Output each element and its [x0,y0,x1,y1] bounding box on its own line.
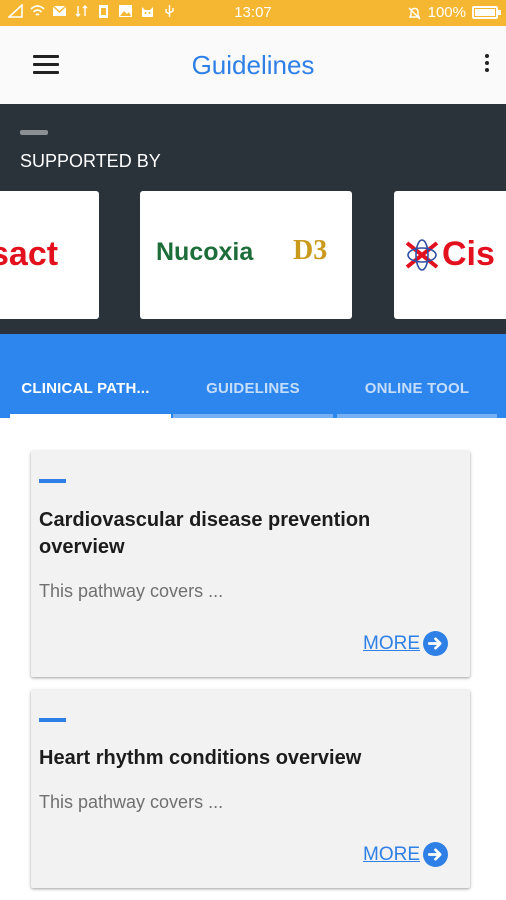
sponsor-logo-3-text: Cis [442,235,495,273]
sponsor-logo-2-suffix: D3 [293,235,328,266]
more-button[interactable]: MORE [363,842,448,867]
card-title: Cardiovascular disease prevention overvi… [39,509,371,558]
sponsor-logo-2-text: Nucoxia [156,238,254,266]
more-vert-icon[interactable] [482,54,492,76]
more-label: MORE [363,632,420,654]
pathway-card[interactable]: Cardiovascular disease prevention overvi… [31,451,470,677]
card-description: This pathway covers ... [39,792,224,812]
battery-percent: 100% [427,4,466,21]
tab-online-tool[interactable]: ONLINE TOOL [335,334,499,418]
tab-guidelines[interactable]: GUIDELINES [171,334,335,418]
card-accent [39,479,66,483]
tab-label: GUIDELINES [206,380,300,397]
more-label: MORE [363,843,420,865]
sponsor-logo-2[interactable]: Nucoxia D3 [140,191,352,319]
status-icons-right: 100% [407,4,501,21]
arrow-right-circle-icon [423,842,448,867]
status-bar: 13:07 100% [0,0,506,26]
sponsor-section: SUPPORTED BY sact Nucoxia D3 Cis [0,104,506,334]
battery-icon [472,6,501,19]
pathway-list: Cardiovascular disease prevention overvi… [0,418,506,900]
tab-clinical-pathways[interactable]: CLINICAL PATH... [0,334,171,418]
card-description: This pathway covers ... [39,581,224,601]
sponsor-logo-3[interactable]: Cis [394,191,506,319]
pathway-card[interactable]: Heart rhythm conditions overview This pa… [31,690,470,888]
card-accent [39,718,66,722]
sponsor-logo-1-text: sact [0,235,59,273]
tab-label: CLINICAL PATH... [21,380,150,397]
more-button[interactable]: MORE [363,631,448,656]
page-title: Guidelines [191,50,315,80]
supported-by-heading: SUPPORTED BY [20,151,161,171]
card-title: Heart rhythm conditions overview [39,747,362,769]
sponsor-logo-1[interactable]: sact [0,191,99,319]
sponsor-logo-3-emblem-icon [405,239,439,271]
tab-label: ONLINE TOOL [364,380,470,397]
arrow-right-circle-icon [423,631,448,656]
tab-bar: CLINICAL PATH... GUIDELINES ONLINE TOOL [0,334,506,418]
app-bar: Guidelines [0,26,506,104]
drag-handle[interactable] [20,130,48,135]
alarm-off-icon [408,7,421,19]
